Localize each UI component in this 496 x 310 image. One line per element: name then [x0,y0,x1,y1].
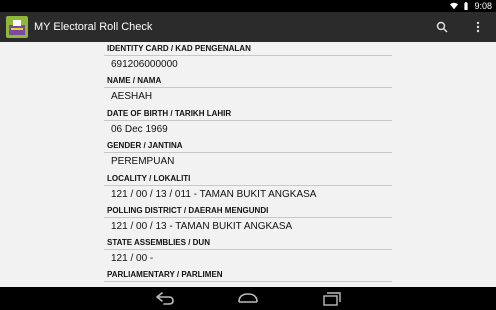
field-label: IDENTITY CARD / KAD PENGENALAN [104,42,392,56]
status-time: 9:08 [474,1,492,11]
field-value: 121 / 00 - [111,253,154,264]
field-parliamentary: PARLIAMENTARY / PARLIMEN [104,268,392,287]
navigation-bar [0,287,496,310]
back-icon[interactable] [152,291,176,306]
field-label: GENDER / JANTINA [104,139,392,153]
field-value: PEREMPUAN [111,156,175,167]
search-icon [436,21,448,33]
field-value: 691206000000 [111,59,178,70]
field-value: AESHAH [111,91,153,102]
field-label: DATE OF BIRTH / TARIKH LAHIR [104,107,392,121]
field-label: LOCALITY / LOKALITI [104,172,392,186]
app-title: MY Electoral Roll Check [34,21,153,33]
wifi-icon [450,2,459,10]
field-value: 06 Dec 1969 [111,124,168,135]
field-state-assembly: STATE ASSEMBLIES / DUN 121 / 00 - [104,236,392,268]
overflow-menu-button[interactable] [460,12,496,42]
action-bar: MY Electoral Roll Check [0,12,496,42]
field-identity-card: IDENTITY CARD / KAD PENGENALAN 691206000… [104,42,392,74]
field-value: 121 / 00 / 13 - TAMAN BUKIT ANGKASA [111,221,293,232]
field-polling-district: POLLING DISTRICT / DAERAH MENGUNDI 121 /… [104,204,392,236]
field-locality: LOCALITY / LOKALITI 121 / 00 / 13 / 011 … [104,172,392,204]
status-icons: 9:08 [450,1,492,11]
field-name: NAME / NAMA AESHAH [104,74,392,106]
app-logo-icon [6,16,28,38]
home-icon[interactable] [236,291,260,306]
field-label: PARLIAMENTARY / PARLIMEN [104,268,392,282]
more-vert-icon [476,21,480,33]
field-gender: GENDER / JANTINA PEREMPUAN [104,139,392,171]
voter-details[interactable]: IDENTITY CARD / KAD PENGENALAN 691206000… [0,42,496,287]
status-bar: 9:08 [0,0,496,12]
search-button[interactable] [424,12,460,42]
field-date-of-birth: DATE OF BIRTH / TARIKH LAHIR 06 Dec 1969 [104,107,392,139]
recent-apps-icon[interactable] [320,291,344,306]
field-label: STATE ASSEMBLIES / DUN [104,236,392,250]
field-label: POLLING DISTRICT / DAERAH MENGUNDI [104,204,392,218]
field-label: NAME / NAMA [104,74,392,88]
field-value: 121 / 00 / 13 / 011 - TAMAN BUKIT ANGKAS… [111,189,317,200]
battery-icon [464,2,469,10]
